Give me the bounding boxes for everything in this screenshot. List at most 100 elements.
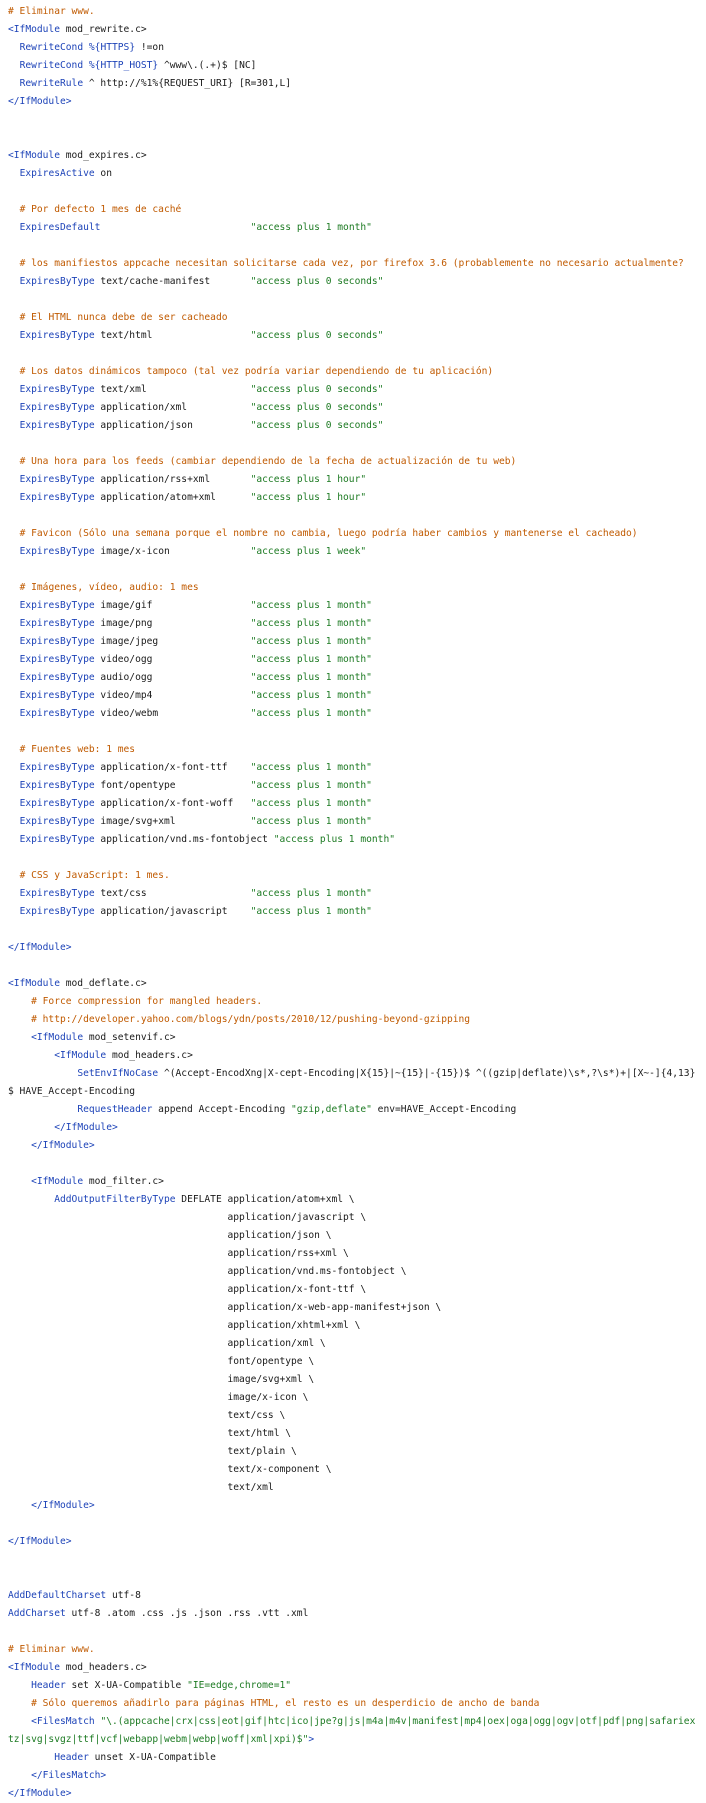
code-string: "access plus 1 month": [250, 780, 372, 791]
code-text: image/svg+xml: [94, 816, 251, 827]
code-comment: # CSS y JavaScript: 1 mes.: [8, 870, 170, 881]
code-string: "access plus 1 month": [250, 672, 372, 683]
code-line: Header unset X-UA-Compatible: [8, 1749, 698, 1767]
code-directive: ExpiresByType: [19, 546, 95, 557]
code-comment: # Los datos dinámicos tampoco (tal vez p…: [8, 366, 494, 377]
code-comment: # Una hora para los feeds (cambiar depen…: [8, 456, 517, 467]
code-directive: AddOutputFilterByType: [54, 1194, 176, 1205]
code-line: text/x-component \: [8, 1461, 698, 1479]
code-text: unset X-UA-Compatible: [88, 1752, 216, 1763]
code-line: RequestHeader append Accept-Encoding "gz…: [8, 1101, 698, 1119]
code-text: mod_deflate.c>: [59, 978, 147, 989]
code-string: "access plus 0 seconds": [250, 330, 384, 341]
code-text: utf-8: [106, 1590, 141, 1601]
code-line: ExpiresByType video/mp4 "access plus 1 m…: [8, 687, 698, 705]
code-string: "access plus 0 seconds": [250, 276, 384, 287]
code-text: font/opentype \: [8, 1356, 315, 1367]
code-directive: Header: [54, 1752, 89, 1763]
code-string: "access plus 1 hour": [250, 492, 367, 503]
code-line: ExpiresByType application/x-font-ttf "ac…: [8, 759, 698, 777]
code-comment: # Sólo queremos añadirlo para páginas HT…: [8, 1698, 540, 1709]
code-text: application/xml: [94, 402, 251, 413]
code-text: application/json \: [8, 1230, 332, 1241]
code-text: mod_headers.c>: [106, 1050, 193, 1061]
code-comment: # Fuentes web: 1 mes: [8, 744, 136, 755]
code-directive: RewriteCond: [19, 42, 84, 53]
code-line: ExpiresByType text/html "access plus 0 s…: [8, 327, 698, 345]
code-comment: # Favicon (Sólo una semana porque el nom…: [8, 528, 638, 539]
code-directive: ExpiresByType: [19, 618, 95, 629]
code-string: "access plus 1 month": [250, 222, 372, 233]
code-directive: </IfModule>: [8, 1788, 72, 1799]
code-line: RewriteRule ^ http://%1%{REQUEST_URI} [R…: [8, 75, 698, 93]
code-directive: ExpiresByType: [19, 888, 95, 899]
code-string: "access plus 1 hour": [250, 474, 367, 485]
code-line: # Eliminar www.: [8, 3, 698, 21]
code-line: ExpiresByType audio/ogg "access plus 1 m…: [8, 669, 698, 687]
code-text: mod_setenvif.c>: [83, 1032, 176, 1043]
code-text: text/x-component \: [8, 1464, 332, 1475]
code-string: "access plus 1 week": [250, 546, 367, 557]
code-text: text/css \: [8, 1410, 286, 1421]
code-line: </IfModule>: [8, 1497, 698, 1515]
code-string: "\.(appcache|crx|css|eot|gif|htc|ico|jpe…: [8, 1716, 696, 1745]
code-directive: ExpiresByType: [19, 384, 95, 395]
code-directive: <FilesMatch: [31, 1716, 95, 1727]
code-string: "IE=edge,chrome=1": [187, 1680, 292, 1691]
code-line: Header set X-UA-Compatible "IE=edge,chro…: [8, 1677, 698, 1695]
code-text: mod_filter.c>: [83, 1176, 164, 1187]
code-text: application/x-web-app-manifest+json \: [8, 1302, 442, 1313]
code-directive: RewriteCond: [19, 60, 84, 71]
code-text: application/xhtml+xml \: [8, 1320, 361, 1331]
code-text: audio/ogg: [94, 672, 251, 683]
code-directive: </IfModule>: [8, 96, 72, 107]
code-text: text/plain \: [8, 1446, 297, 1457]
code-directive: </IfModule>: [8, 1536, 72, 1547]
code-line: ExpiresByType text/css "access plus 1 mo…: [8, 885, 698, 903]
code-text: image/svg+xml \: [8, 1374, 315, 1385]
code-line: text/plain \: [8, 1443, 698, 1461]
code-directive: <IfModule: [31, 1176, 84, 1187]
code-string: "access plus 1 month": [250, 906, 372, 917]
code-line: # los manifiestos appcache necesitan sol…: [8, 255, 698, 273]
code-line: text/css \: [8, 1407, 698, 1425]
code-text: env=HAVE_Accept-Encoding: [371, 1104, 517, 1115]
code-line: application/json \: [8, 1227, 698, 1245]
code-directive: SetEnvIfNoCase: [77, 1068, 159, 1079]
code-directive: ExpiresByType: [19, 798, 95, 809]
code-line: ExpiresDefault "access plus 1 month": [8, 219, 698, 237]
code-text: mod_expires.c>: [59, 150, 147, 161]
code-line: ExpiresByType image/x-icon "access plus …: [8, 543, 698, 561]
code-line: RewriteCond %{HTTPS} !=on: [8, 39, 698, 57]
code-text: image/jpeg: [94, 636, 251, 647]
code-line: ExpiresByType application/javascript "ac…: [8, 903, 698, 921]
code-line: # CSS y JavaScript: 1 mes.: [8, 867, 698, 885]
code-line: AddCharset utf-8 .atom .css .js .json .r…: [8, 1605, 698, 1623]
code-text: text/xml: [8, 1482, 274, 1493]
code-line: image/x-icon \: [8, 1389, 698, 1407]
code-line: <IfModule mod_headers.c>: [8, 1659, 698, 1677]
code-text: image/x-icon: [94, 546, 251, 557]
code-text: !=on: [135, 42, 164, 53]
code-text: text/xml: [94, 384, 251, 395]
code-text: application/json: [94, 420, 251, 431]
